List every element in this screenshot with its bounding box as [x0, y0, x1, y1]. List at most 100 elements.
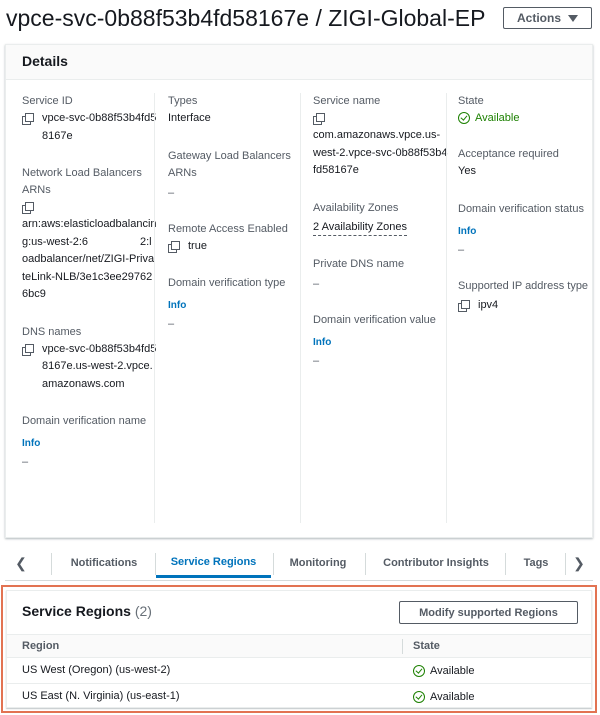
service-name-label: Service name	[313, 95, 381, 107]
copy-icon[interactable]	[22, 202, 34, 214]
domain-verification-type-field: Domain verification type Info –	[168, 275, 303, 332]
dns-names-field: DNS names vpce-svc-0b88f53b4fd58167e.us-…	[22, 324, 157, 394]
tab-separator	[273, 553, 274, 575]
column-divider	[300, 93, 301, 523]
copy-icon[interactable]	[22, 113, 34, 125]
state-cell: Available	[413, 663, 474, 679]
info-link[interactable]: Info	[313, 335, 448, 350]
domain-verification-type-label: Domain verification type	[168, 277, 286, 289]
state-cell-value: Available	[430, 691, 475, 703]
chevron-right-icon[interactable]: ❯	[565, 548, 593, 578]
remote-access-label: Remote Access Enabled	[168, 222, 288, 235]
state-field: State Available	[458, 93, 593, 126]
tab-notifications[interactable]: Notifications	[55, 548, 153, 578]
tabs-bar: ❮ Notifications Service Regions Monitori…	[5, 548, 593, 581]
domain-verification-type-value: –	[168, 318, 175, 330]
ip-type-field: Supported IP address type ipv4	[458, 278, 593, 315]
check-circle-icon	[458, 112, 470, 124]
tab-service-regions[interactable]: Service Regions	[156, 548, 271, 578]
chevron-left-icon[interactable]: ❮	[7, 548, 35, 578]
domain-verification-name-label: Domain verification name	[22, 415, 147, 427]
info-link[interactable]: Info	[458, 224, 593, 239]
check-circle-icon	[413, 665, 425, 677]
table-row: US West (Oregon) (us-west-2) Available	[7, 658, 591, 684]
check-circle-icon	[413, 691, 425, 703]
domain-verification-value-value: –	[313, 354, 320, 367]
service-id-field: Service ID vpce-svc-0b88f53b4fd58167e	[22, 93, 157, 145]
service-id-value: vpce-svc-0b88f53b4fd58167e	[42, 112, 157, 142]
tab-separator	[505, 553, 506, 575]
details-title: Details	[22, 53, 68, 69]
nlb-arns-label: Network Load Balancers ARNs	[22, 167, 142, 196]
modify-regions-button[interactable]: Modify supported Regions	[399, 601, 578, 624]
details-column-1: Service ID vpce-svc-0b88f53b4fd58167e Ne…	[22, 93, 157, 490]
info-link[interactable]: Info	[22, 436, 157, 451]
types-value: Interface	[168, 112, 211, 124]
copy-icon[interactable]	[168, 240, 180, 253]
page-title: vpce-svc-0b88f53b4fd58167e / ZIGI-Global…	[6, 5, 486, 31]
tab-contributor-insights[interactable]: Contributor Insights	[369, 548, 503, 578]
info-link[interactable]: Info	[168, 298, 303, 313]
service-name-value: com.amazonaws.vpce.us-west-2.vpce-svc-0b…	[313, 129, 448, 176]
domain-verification-status-value: –	[458, 243, 465, 256]
details-column-2: Types Interface Gateway Load Balancers A…	[168, 93, 303, 352]
state-label: State	[458, 95, 484, 107]
tab-monitoring[interactable]: Monitoring	[275, 548, 361, 578]
column-header-region[interactable]: Region	[22, 640, 59, 652]
tab-tags[interactable]: Tags	[509, 548, 563, 578]
state-cell: Available	[413, 689, 474, 705]
service-regions-title-text: Service Regions	[22, 603, 131, 619]
caret-down-icon	[568, 14, 578, 22]
ip-type-label: Supported IP address type	[458, 279, 589, 292]
copy-icon[interactable]	[313, 113, 325, 125]
dns-names-value: vpce-svc-0b88f53b4fd58167e.us-west-2.vpc…	[42, 342, 157, 390]
acceptance-field: Acceptance required Yes	[458, 146, 593, 181]
domain-verification-status-field: Domain verification status Info –	[458, 201, 593, 258]
copy-icon[interactable]	[458, 299, 470, 312]
private-dns-value: –	[313, 277, 320, 290]
region-cell: US West (Oregon) (us-west-2)	[22, 664, 171, 676]
actions-button-label: Actions	[516, 11, 561, 25]
types-field: Types Interface	[168, 93, 303, 128]
page-header: vpce-svc-0b88f53b4fd58167e / ZIGI-Global…	[0, 0, 600, 38]
domain-verification-value-field: Domain verification value Info –	[313, 312, 448, 369]
service-regions-header: Service Regions (2) Modify supported Reg…	[7, 591, 591, 633]
service-regions-highlight: Service Regions (2) Modify supported Reg…	[1, 585, 597, 713]
details-header: Details	[6, 45, 592, 80]
gwlb-arns-label: Gateway Load Balancers ARNs	[168, 149, 291, 179]
domain-verification-status-label: Domain verification status	[458, 202, 584, 215]
service-name-field: Service name com.amazonaws.vpce.us-west-…	[313, 93, 448, 180]
dns-names-label: DNS names	[22, 325, 82, 338]
region-cell: US East (N. Virginia) (us-east-1)	[22, 690, 180, 702]
column-header-state[interactable]: State	[413, 640, 440, 652]
actions-button[interactable]: Actions	[503, 7, 592, 29]
ip-type-value: ipv4	[478, 298, 499, 311]
service-id-label: Service ID	[22, 95, 73, 107]
details-column-4: State Available Acceptance required Yes …	[458, 93, 593, 334]
availability-zones-link[interactable]: 2 Availability Zones	[313, 219, 407, 236]
remote-access-field: Remote Access Enabled true	[168, 221, 303, 256]
state-status: Available	[458, 110, 593, 126]
details-panel: Details Service ID vpce-svc-0b88f53b4fd5…	[5, 44, 593, 538]
details-column-3: Service name com.amazonaws.vpce.us-west-…	[313, 93, 448, 389]
column-divider	[154, 93, 155, 523]
service-regions-title: Service Regions (2)	[22, 603, 152, 619]
column-divider	[446, 93, 447, 523]
availability-zones-field: Availability Zones 2 Availability Zones	[313, 200, 448, 236]
domain-verification-value-label: Domain verification value	[313, 313, 436, 326]
table-header: Region State	[7, 634, 591, 658]
gwlb-arns-value: –	[168, 186, 175, 199]
copy-icon[interactable]	[22, 343, 34, 356]
acceptance-label: Acceptance required	[458, 148, 559, 160]
availability-zones-label: Availability Zones	[313, 201, 399, 214]
service-regions-count: (2)	[134, 603, 152, 619]
tab-separator	[51, 553, 52, 575]
types-label: Types	[168, 95, 198, 107]
domain-verification-name-field: Domain verification name Info –	[22, 413, 157, 470]
tab-separator	[365, 553, 366, 575]
service-regions-panel: Service Regions (2) Modify supported Reg…	[6, 590, 592, 708]
nlb-arns-value: arn:aws:elasticloadbalancing:us-west-2:6…	[22, 218, 157, 300]
table-row: US East (N. Virginia) (us-east-1) Availa…	[7, 684, 591, 710]
state-value: Available	[475, 112, 520, 124]
state-cell-value: Available	[430, 665, 475, 677]
